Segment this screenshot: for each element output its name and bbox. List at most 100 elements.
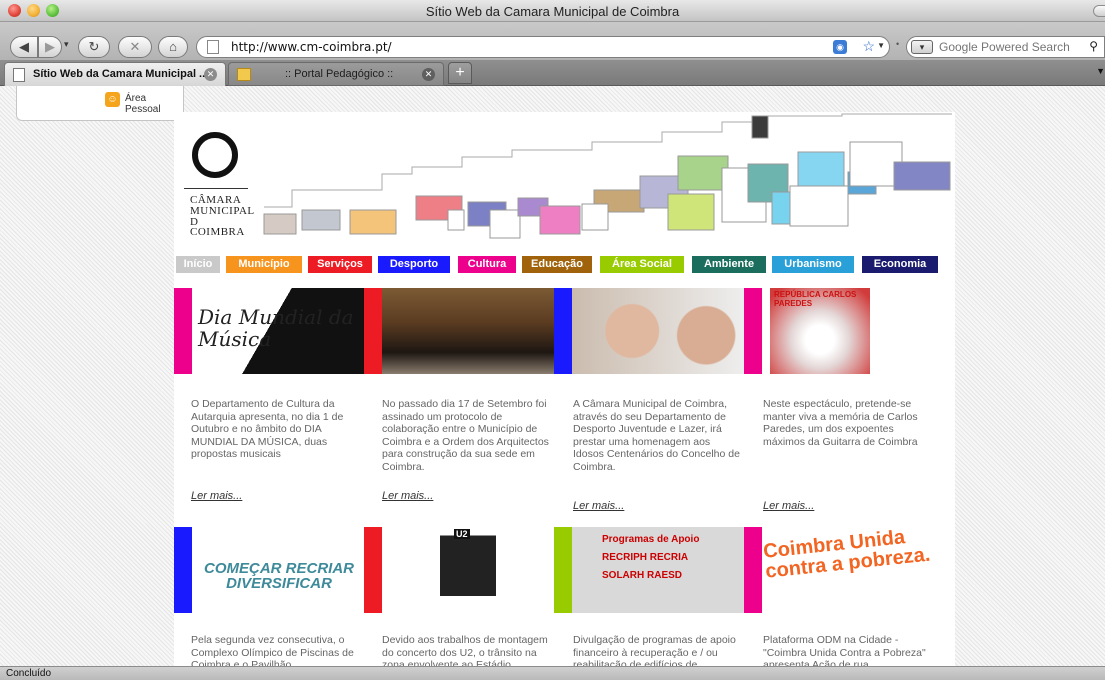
url-dropdown-icon[interactable]: ▼: [877, 41, 885, 50]
story-summary: A Câmara Municipal de Coimbra, através d…: [573, 398, 740, 473]
search-sep-icon: •: [896, 39, 900, 49]
tab-list-icon[interactable]: ▼: [1096, 66, 1105, 76]
back-button[interactable]: ◀: [10, 36, 38, 58]
new-tab-button[interactable]: +: [448, 62, 472, 84]
window-title: Sítio Web da Camara Municipal de Coimbra: [425, 4, 680, 19]
nav-label: Cultura: [467, 258, 507, 270]
nav-urbanismo[interactable]: Urbanismo: [772, 256, 854, 273]
toolbar-toggle-button[interactable]: [1093, 5, 1105, 17]
story-image[interactable]: Dia Mundial da Música: [174, 288, 364, 374]
logo-line-2: MUNICIPAL: [190, 205, 255, 217]
story-image[interactable]: [364, 288, 554, 374]
search-bar[interactable]: ▾ ⚲: [906, 36, 1105, 58]
status-bar: Concluído: [0, 666, 1105, 680]
tab-camara-coimbra[interactable]: Sítio Web da Camara Municipal ... ✕: [4, 62, 226, 86]
story-summary: Pela segunda vez consecutiva, o Complexo…: [191, 634, 354, 666]
nav-label: Área Social: [612, 258, 672, 270]
search-input[interactable]: [939, 40, 1079, 54]
reload-icon: ↻: [88, 39, 100, 54]
main-navigation: Início Município Serviços Desporto Cultu…: [176, 256, 938, 273]
story-summary: Devido aos trabalhos de montagem do conc…: [382, 634, 548, 666]
story-image-caption: Coimbra Unida contra a pobreza.: [762, 527, 932, 583]
reload-button[interactable]: ↻: [78, 36, 110, 58]
navigation-toolbar: ◀ ▶ ▾ ↻ ✕ ⌂ http://www.cm-coimbra.pt/ ◉ …: [0, 22, 1105, 60]
category-color-bar: [364, 527, 382, 613]
nav-label: Ambiente: [703, 258, 755, 270]
nav-label: Município: [238, 258, 290, 270]
nav-servicos[interactable]: Serviços: [308, 256, 372, 273]
nav-label: Educação: [531, 258, 583, 270]
search-icon[interactable]: ⚲: [1089, 39, 1098, 53]
nav-label: Início: [183, 258, 213, 270]
close-tab-icon[interactable]: ✕: [422, 68, 435, 81]
story-summary: No passado dia 17 de Setembro foi assina…: [382, 398, 549, 473]
story-image-caption: Programas de Apoio RECRIPH RECRIA SOLARH…: [602, 534, 700, 581]
nav-ambiente[interactable]: Ambiente: [692, 256, 766, 273]
home-icon: ⌂: [169, 39, 177, 54]
category-color-bar: [554, 527, 572, 613]
stop-button[interactable]: ✕: [118, 36, 152, 58]
tab-portal-pedagogico[interactable]: :: Portal Pedagógico :: ✕: [228, 62, 444, 86]
nav-area-social[interactable]: Área Social: [600, 256, 684, 273]
page-viewport: ☺ Área Pessoal CÂMARA MUNICIPAL D COIMBR…: [0, 86, 1105, 666]
home-button[interactable]: ⌂: [158, 36, 188, 58]
category-color-bar: [174, 288, 192, 374]
category-color-bar: [744, 527, 762, 613]
back-arrow-icon: ◀: [19, 39, 29, 54]
story-image-caption: REPÚBLICA CARLOS PAREDES: [774, 290, 857, 308]
stop-icon: ✕: [129, 39, 141, 54]
nav-educacao[interactable]: Educação: [522, 256, 592, 273]
nav-label: Desporto: [389, 258, 439, 270]
nav-economia[interactable]: Economia: [862, 256, 938, 273]
story-summary: Divulgação de programas de apoio finance…: [573, 634, 736, 666]
title-bar: Sítio Web da Camara Municipal de Coimbra: [0, 0, 1105, 22]
story-image[interactable]: U2: [364, 527, 554, 613]
forward-arrow-icon: ▶: [45, 39, 55, 54]
story-summary: O Departamento de Cultura da Autarquia a…: [191, 398, 344, 460]
address-bar[interactable]: http://www.cm-coimbra.pt/ ◉ ☆ ▼: [196, 36, 890, 58]
page-icon: [13, 68, 25, 82]
category-color-bar: [554, 288, 572, 374]
story-image[interactable]: Coimbra Unida contra a pobreza.: [744, 527, 934, 613]
story-image[interactable]: REPÚBLICA CARLOS PAREDES: [744, 288, 934, 374]
read-more-link[interactable]: Ler mais...: [191, 490, 242, 502]
story-image[interactable]: Programas de Apoio RECRIPH RECRIA SOLARH…: [554, 527, 744, 613]
nav-cultura[interactable]: Cultura: [458, 256, 516, 273]
read-more-link[interactable]: Ler mais...: [763, 500, 814, 512]
personal-area-tab[interactable]: ☺ Área Pessoal: [16, 86, 184, 121]
header-decorative-graphic: [263, 113, 952, 239]
bookmark-star-icon[interactable]: ☆: [862, 38, 875, 55]
rss-feed-icon[interactable]: ◉: [833, 40, 847, 54]
story-summary: Plataforma ODM na Cidade - "Coimbra Unid…: [763, 634, 926, 666]
nav-label: Urbanismo: [784, 258, 842, 270]
nav-desporto[interactable]: Desporto: [378, 256, 450, 273]
category-color-bar: [174, 527, 192, 613]
nav-label: Serviços: [317, 258, 363, 270]
folder-icon: [237, 68, 251, 81]
category-color-bar: [364, 288, 382, 374]
search-engine-selector[interactable]: ▾: [911, 40, 933, 54]
page-icon: [207, 40, 219, 54]
logo-circle-icon: [192, 132, 238, 178]
read-more-link[interactable]: Ler mais...: [382, 490, 433, 502]
story-image-caption: COMEÇAR RECRIAR DIVERSIFICAR: [204, 560, 354, 592]
tab-label: :: Portal Pedagógico ::: [285, 68, 394, 80]
history-dropdown-icon[interactable]: ▾: [64, 39, 69, 50]
tab-bar: Sítio Web da Camara Municipal ... ✕ :: P…: [0, 60, 1105, 86]
nav-municipio[interactable]: Município: [226, 256, 302, 273]
story-image[interactable]: [554, 288, 744, 374]
read-more-link[interactable]: Ler mais...: [573, 500, 624, 512]
logo-line-4: COIMBRA: [190, 226, 245, 238]
close-tab-icon[interactable]: ✕: [204, 68, 217, 81]
logo-divider: [184, 188, 248, 189]
forward-button[interactable]: ▶: [38, 36, 62, 58]
category-color-bar: [744, 288, 762, 374]
story-image[interactable]: COMEÇAR RECRIAR DIVERSIFICAR: [174, 527, 364, 613]
story-summary: Neste espectáculo, pretende-se manter vi…: [763, 398, 918, 448]
url-text[interactable]: http://www.cm-coimbra.pt/: [231, 40, 392, 54]
nav-inicio[interactable]: Início: [176, 256, 220, 273]
nav-label: Economia: [873, 258, 927, 270]
story-image-caption: Dia Mundial da Música: [198, 305, 354, 351]
status-text: Concluído: [6, 668, 52, 679]
user-icon: ☺: [105, 92, 120, 107]
